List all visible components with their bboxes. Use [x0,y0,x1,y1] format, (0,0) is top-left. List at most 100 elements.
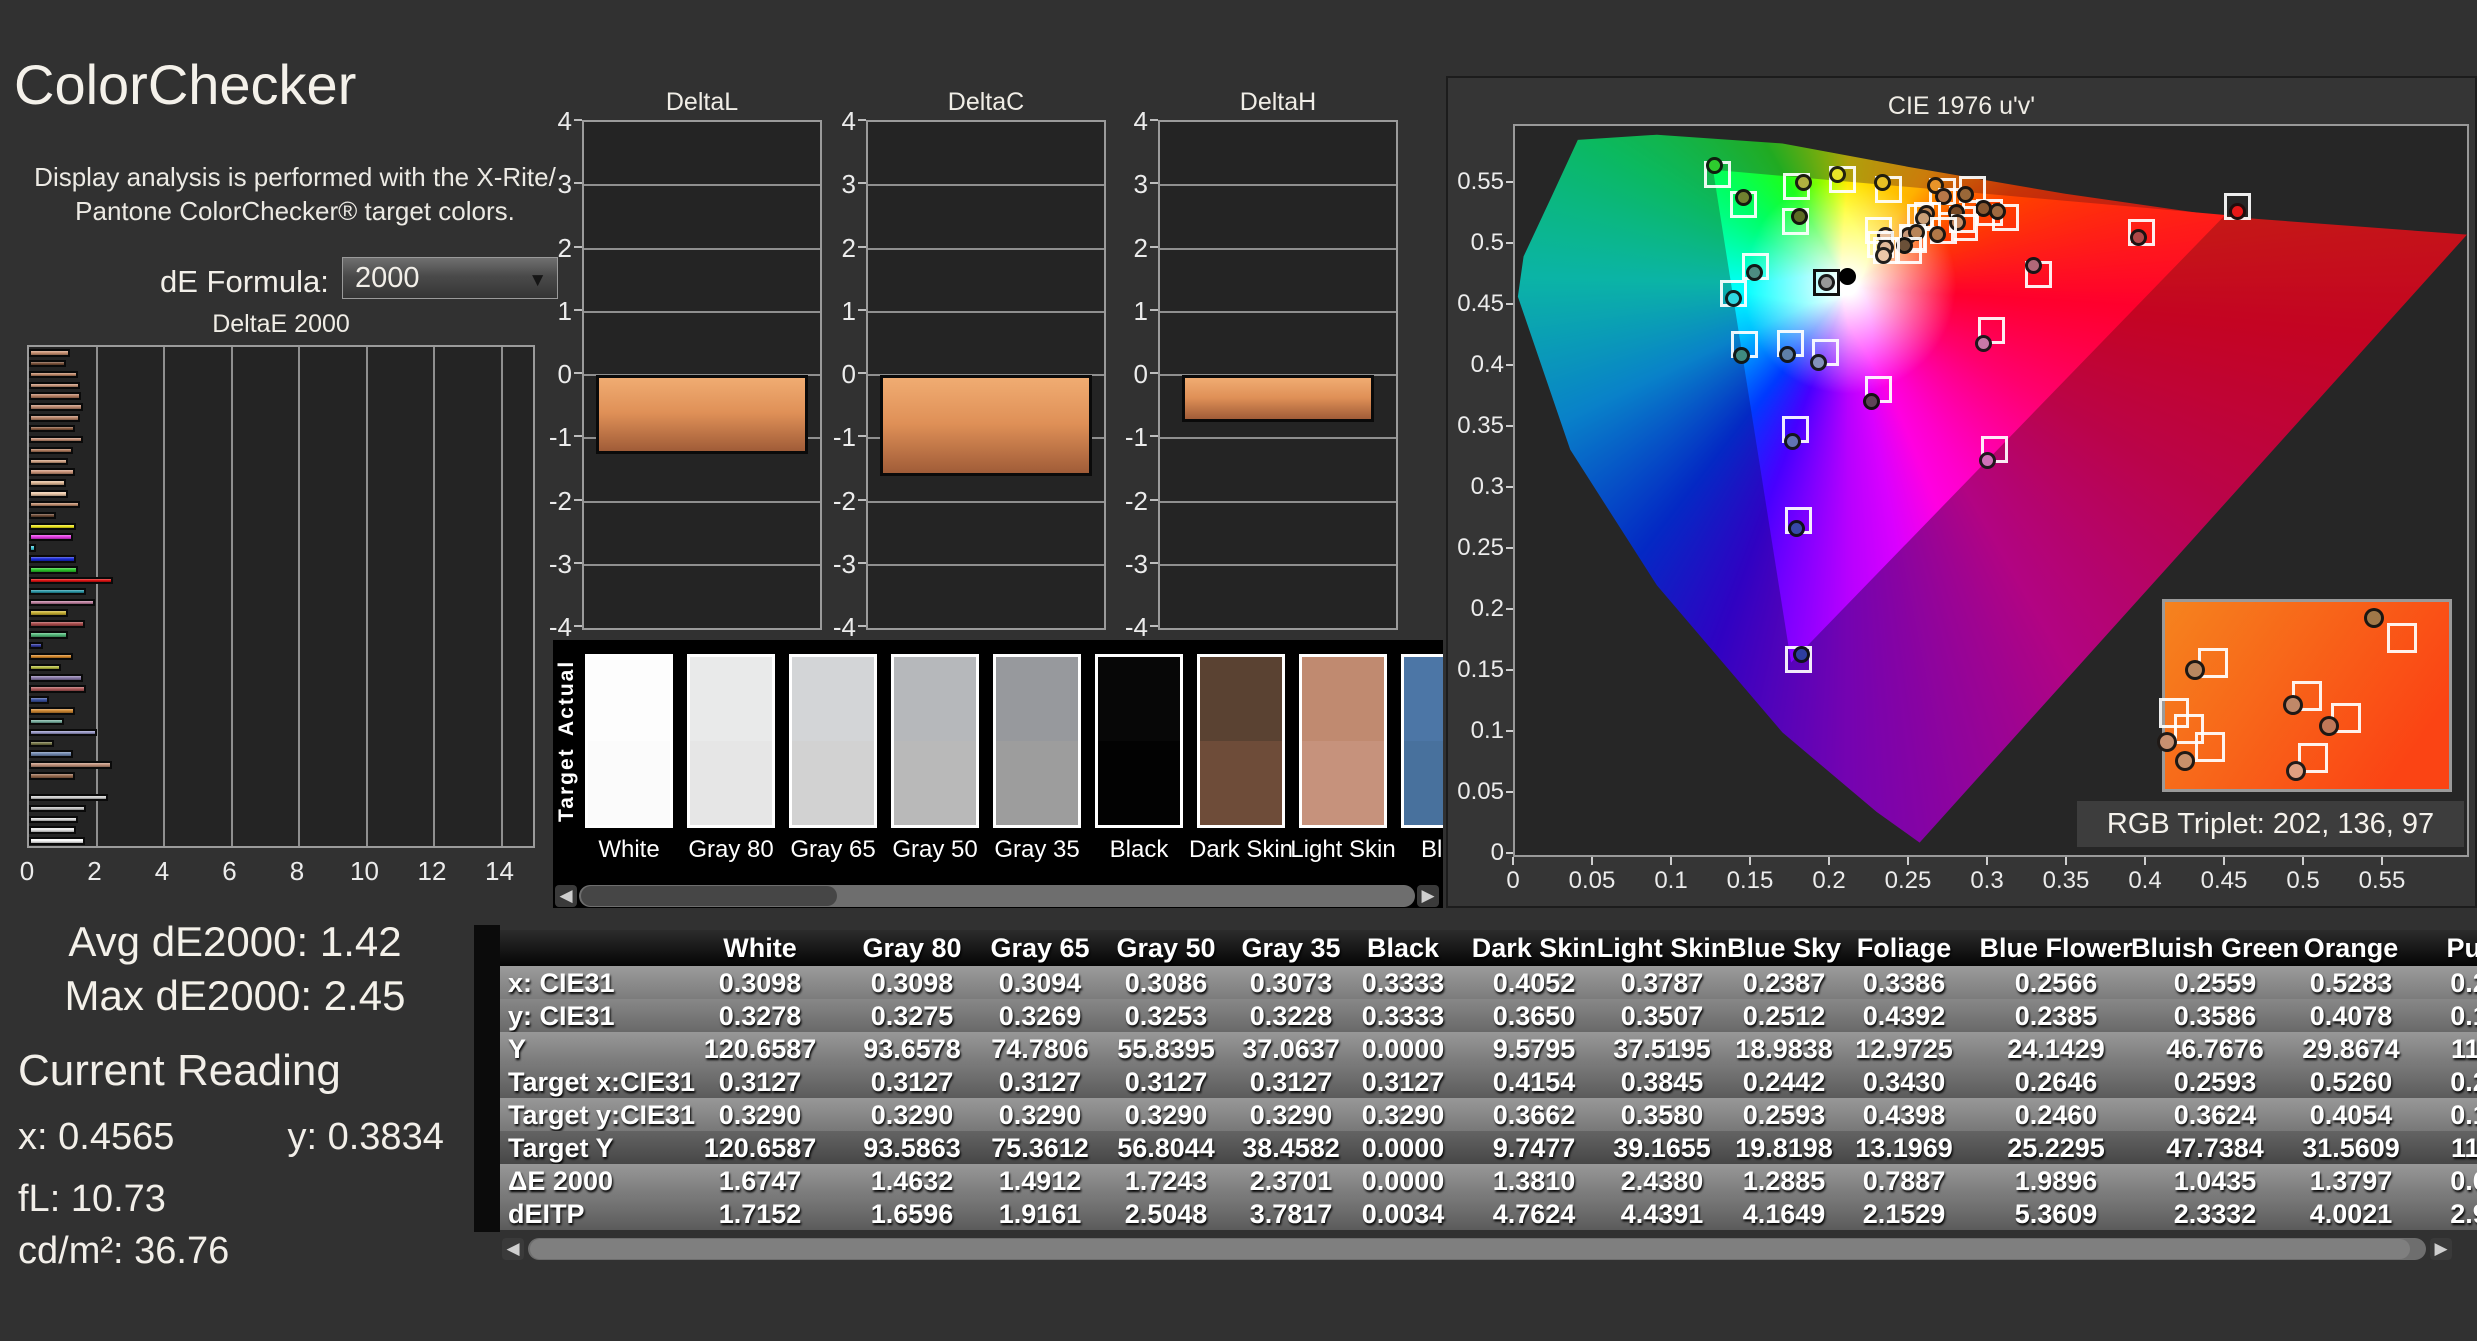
inset-measured-point [2185,660,2205,680]
table-cell: 2.5048 [1125,1199,1208,1230]
deltae-bar [29,555,76,563]
table-cell: 0.5260 [2310,1067,2393,1098]
cie-y-tick-label: 0.25 [1448,534,1504,562]
table-cell: 11. [2451,1133,2477,1164]
tick-mark [574,499,582,501]
swatch-target [894,741,976,825]
cie-y-tick-label: 0.1 [1448,717,1504,745]
swatch-dark-skin [1197,654,1285,828]
deltae-bar [29,533,73,541]
deltae-bar [29,425,75,433]
cie-y-tick-label: 0.4 [1448,351,1504,379]
table-row: ΔE 20001.67471.46321.49121.72432.37010.0… [500,1164,2477,1197]
max-de2000-value: 2.45 [324,972,406,1019]
table-cell: 0.2593 [1743,1100,1826,1131]
column-header-black: Black [1367,933,1439,964]
cie-x-tick-label: 0.55 [2347,867,2417,895]
table-cell: 0.3127 [719,1067,802,1098]
tick-mark [858,309,866,311]
deltae-bar [29,707,75,715]
table-scrollbar-thumb[interactable] [530,1239,2410,1259]
swatch-scroll-left-icon[interactable]: ◀ [555,885,577,907]
cie-zoom-inset [2162,599,2452,792]
inset-target-square [2387,623,2417,653]
table-cell: 0.3333 [1362,1001,1445,1032]
tick-mark [1150,182,1158,184]
table-gutter [474,925,500,1232]
table-header-row: WhiteGray 80Gray 65Gray 50Gray 35BlackDa… [500,930,2477,966]
swatch-gray-50 [891,654,979,828]
gridline [433,347,435,846]
deltae-x-tick-label: 12 [412,856,452,887]
row-label: Y [508,1034,526,1065]
deltaH-y-tick-label: 4 [1098,106,1148,137]
table-cell: 29.8674 [2302,1034,2400,1065]
column-header-gray-65: Gray 65 [990,933,1089,964]
tick-mark [1506,364,1513,366]
table-cell: 1.6596 [871,1199,954,1230]
swatch-scrollbar[interactable] [579,885,1415,907]
table-row: Target Y120.658793.586375.361256.804438.… [500,1131,2477,1164]
results-table: WhiteGray 80Gray 65Gray 50Gray 35BlackDa… [474,925,2477,1277]
table-cell: 1.9896 [2015,1166,2098,1197]
cie-measured-point [1979,452,1996,469]
table-cell: 4.0021 [2310,1199,2393,1230]
cie-x-tick-label: 0.2 [1794,867,1864,895]
table-cell: 0.3127 [1125,1067,1208,1098]
cie-measured-point [1791,208,1808,225]
deltae-bar [29,577,113,585]
table-row: x: CIE310.30980.30980.30940.30860.30730.… [500,966,2477,999]
deltae-bar [29,750,73,758]
table-cell: 0.3127 [999,1067,1082,1098]
deltaL-y-tick-label: -4 [522,612,572,643]
deltae-x-tick-label: 10 [345,856,385,887]
table-scroll-right-icon[interactable]: ▶ [2430,1238,2452,1260]
column-header-blue-sky: Blue Sky [1727,933,1841,964]
table-cell: 18.9838 [1735,1034,1833,1065]
actual-row-label: Actual [555,654,581,741]
swatch-actual [1098,657,1180,741]
table-scrollbar[interactable] [528,1238,2426,1260]
tick-mark [1150,309,1158,311]
table-cell: 0.0000 [1362,1034,1445,1065]
gridline [584,311,820,313]
inset-measured-point [2319,716,2339,736]
column-header-white: White [723,933,797,964]
description: Display analysis is performed with the X… [30,160,560,228]
table-cell: 1.3810 [1493,1166,1576,1197]
table-cell: 0.3127 [871,1067,954,1098]
swatch-target [792,741,874,825]
tick-mark [574,625,582,627]
table-scroll-left-icon[interactable]: ◀ [502,1238,524,1260]
table-cell: 0.4154 [1493,1067,1576,1098]
column-header-foliage: Foliage [1857,933,1952,964]
cie-gray-point [1818,274,1835,291]
deltaL-y-tick-label: -1 [522,422,572,453]
swatch-actual [588,657,670,741]
tick-mark [1150,499,1158,501]
deltae-bar [29,805,86,813]
table-cell: 0.1 [2450,1100,2477,1131]
cie-measured-point [1874,174,1891,191]
table-cell: 0.3094 [999,968,1082,999]
deltaC-y-tick-label: -1 [806,422,856,453]
table-cell: 13.1969 [1855,1133,1953,1164]
swatch-scroll-right-icon[interactable]: ▶ [1417,885,1439,907]
deltae-bar [29,566,78,574]
column-header-gray-50: Gray 50 [1116,933,1215,964]
table-cell: 1.4632 [871,1166,954,1197]
tick-mark [574,309,582,311]
description-line1: Display analysis is performed with the X… [30,160,560,194]
deltaH-y-tick-label: -2 [1098,486,1148,517]
y-label: y: [287,1116,317,1158]
table-cell: 0.2442 [1743,1067,1826,1098]
swatch-white [585,654,673,828]
swatch-scrollbar-thumb[interactable] [581,886,837,906]
cie-white-point-dot [1839,268,1856,285]
table-cell: 0.3098 [871,968,954,999]
inset-target-square [2195,732,2225,762]
cie-measured-point [1793,646,1810,663]
colorchecker-screen: ColorChecker Display analysis is perform… [0,0,2477,1341]
cd-label: cd/m²: [18,1230,124,1272]
table-cell: 0.0000 [1362,1166,1445,1197]
